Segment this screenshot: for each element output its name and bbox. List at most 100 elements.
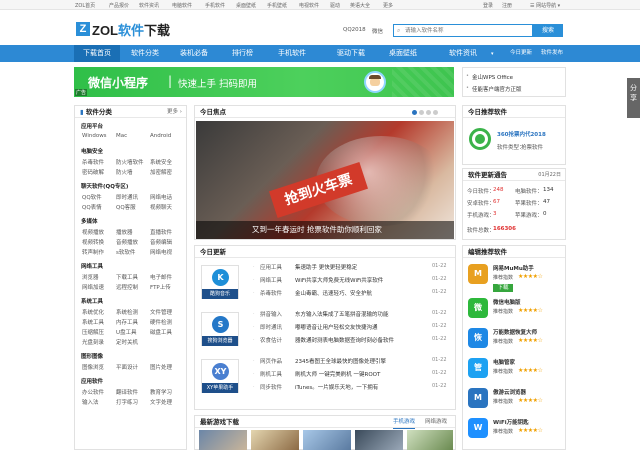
search-button[interactable]: 搜索 <box>533 24 563 37</box>
app-icon[interactable]: 微 <box>468 298 488 318</box>
game-thumb[interactable] <box>251 430 299 450</box>
top-link[interactable]: 手机软件 <box>205 2 225 9</box>
carousel-dot[interactable] <box>419 110 424 115</box>
top-link[interactable]: 电视软件 <box>299 2 319 9</box>
category-item[interactable]: 杀毒软件 <box>82 158 104 166</box>
update-category[interactable]: 刷机工具 <box>260 370 282 378</box>
app-name[interactable]: 网易MuMu助手 <box>493 264 534 272</box>
category-item[interactable]: 远程控制 <box>116 283 138 291</box>
update-thumb[interactable]: S 搜狗浏览器 <box>201 312 239 346</box>
update-category[interactable]: 网页作品 <box>260 357 282 365</box>
nav-essentials[interactable]: 装机必备 <box>180 45 208 62</box>
category-item[interactable]: QQ客服 <box>116 203 136 211</box>
category-item[interactable]: s软软件 <box>116 248 135 256</box>
category-item[interactable]: QQ软件 <box>82 193 102 201</box>
download-button[interactable]: 下载 <box>493 284 513 292</box>
top-link[interactable]: 英语大全 <box>350 2 370 9</box>
top-link[interactable]: 产品报价 <box>109 2 129 9</box>
logo-icon[interactable]: Z <box>76 22 90 36</box>
category-item[interactable]: 磁盘工具 <box>150 328 172 336</box>
category-item[interactable]: 视频聊天 <box>150 203 172 211</box>
update-title[interactable]: iTunes。一片娱乐天地，一下拥有 <box>295 383 378 391</box>
nav-categories[interactable]: 软件分类 <box>131 45 159 62</box>
category-item[interactable]: U盘工具 <box>116 328 137 336</box>
category-item[interactable]: 硬件检测 <box>150 318 172 326</box>
search-box[interactable]: ⌕ <box>393 24 533 37</box>
top-link[interactable]: 更多 <box>383 2 393 9</box>
top-link[interactable]: 软件资讯 <box>139 2 159 9</box>
game-thumb[interactable] <box>303 430 351 450</box>
nav-today[interactable]: 今日更新 <box>510 45 532 62</box>
category-item[interactable]: QQ表情 <box>82 203 102 211</box>
app-icon[interactable]: M <box>468 388 488 408</box>
category-item[interactable]: 防火墙 <box>116 168 133 176</box>
update-category[interactable]: 同步软件 <box>260 383 282 391</box>
app-name[interactable]: 微信电脑版 <box>493 298 521 306</box>
update-category[interactable]: 即时通讯 <box>260 323 282 331</box>
update-title[interactable]: WiFi共享大师免费无线WiFi共享软件 <box>295 276 383 284</box>
category-item[interactable]: FTP上传 <box>150 283 171 291</box>
game-thumb[interactable] <box>355 430 403 450</box>
game-thumb[interactable] <box>407 430 453 450</box>
app-icon[interactable]: 管 <box>468 358 488 378</box>
carousel-dot-active[interactable] <box>412 110 417 115</box>
register-link[interactable]: 注册 <box>502 2 512 9</box>
category-item[interactable]: Windows <box>82 133 107 139</box>
update-title[interactable]: 集速助手 更快更轻更稳定 <box>295 263 357 271</box>
search-input[interactable] <box>405 26 530 36</box>
app-360-icon[interactable] <box>469 128 491 150</box>
category-item[interactable]: 网络加速 <box>82 283 104 291</box>
side-banner[interactable]: 金山WPS Office 佳能客户端官方正版 • • <box>462 67 566 97</box>
game-thumb[interactable] <box>199 430 247 450</box>
app-icon[interactable]: M <box>468 264 488 284</box>
category-item[interactable]: 系统工具 <box>82 318 104 326</box>
category-item[interactable]: 加密解密 <box>150 168 172 176</box>
focus-image[interactable]: 抢到火车票 又到一年春运时 抢票软件助你顺利回家 <box>196 121 454 239</box>
category-item[interactable]: 图像浏览 <box>82 363 104 371</box>
category-item[interactable]: 输入法 <box>82 398 99 406</box>
update-title[interactable]: 器数通封测表电脑数据查询时刻必备软件 <box>295 336 394 344</box>
app-name[interactable]: 傲游云浏览器 <box>493 388 526 396</box>
update-category[interactable]: 农食估计 <box>260 336 282 344</box>
app-name[interactable]: WiFi万能钥匙 <box>493 418 529 426</box>
nav-publish[interactable]: 软件发布 <box>541 45 563 62</box>
category-item[interactable]: 教育学习 <box>150 388 172 396</box>
update-title[interactable]: 东方输入法集成了五笔拼音混输的功能 <box>295 310 389 318</box>
category-item[interactable]: 密码破解 <box>82 168 104 176</box>
app-icon[interactable]: 恢 <box>468 328 488 348</box>
tab-online-games[interactable]: 网络游戏 <box>425 416 447 428</box>
category-item[interactable]: 即时通讯 <box>116 193 138 201</box>
carousel-dot[interactable] <box>426 110 431 115</box>
category-item[interactable]: 平面设计 <box>116 363 138 371</box>
update-title[interactable]: 嘟嘟语音让用户轻松交友快捷沟通 <box>295 323 378 331</box>
category-item[interactable]: 内存工具 <box>116 318 138 326</box>
side-banner-line[interactable]: 佳能客户端官方正版 <box>472 85 522 93</box>
category-item[interactable]: 电子邮件 <box>150 273 172 281</box>
category-item[interactable]: 音频编辑 <box>150 238 172 246</box>
category-item[interactable]: 转声制作 <box>82 248 104 256</box>
carousel-dot[interactable] <box>433 110 438 115</box>
category-item[interactable]: 文件管理 <box>150 308 172 316</box>
category-item[interactable]: 光盘刻录 <box>82 338 104 346</box>
wechat-link[interactable]: 微信 <box>372 27 383 35</box>
focus-caption[interactable]: 又到一年春运时 抢票软件助你顺利回家 <box>252 224 382 235</box>
category-item[interactable]: 翻译软件 <box>116 388 138 396</box>
nav-mobile[interactable]: 手机软件 <box>278 45 306 62</box>
category-item[interactable]: 下载工具 <box>116 273 138 281</box>
app-icon[interactable]: W <box>468 418 488 438</box>
top-link[interactable]: 手机壁纸 <box>267 2 287 9</box>
nav-news[interactable]: 软件资讯 <box>449 45 477 62</box>
ad-banner[interactable]: 广告 微信小程序 | 快速上手 扫码即用 <box>74 67 454 97</box>
category-item[interactable]: 系统优化 <box>82 308 104 316</box>
category-item[interactable]: 定时关机 <box>116 338 138 346</box>
app-name[interactable]: 电脑管家 <box>493 358 515 366</box>
update-thumb[interactable]: XY XY苹果助手 <box>201 359 239 393</box>
side-banner-line[interactable]: 金山WPS Office <box>472 73 513 81</box>
top-link[interactable]: ZOL首页 <box>75 2 95 9</box>
tab-mobile-games[interactable]: 手机游戏 <box>393 416 416 429</box>
nav-drivers[interactable]: 驱动下载 <box>337 45 365 62</box>
category-item[interactable]: 视频转换 <box>82 238 104 246</box>
category-item[interactable]: 播放器 <box>116 228 133 236</box>
category-item[interactable]: 浏览器 <box>82 273 99 281</box>
category-item[interactable]: Mac <box>116 133 127 139</box>
